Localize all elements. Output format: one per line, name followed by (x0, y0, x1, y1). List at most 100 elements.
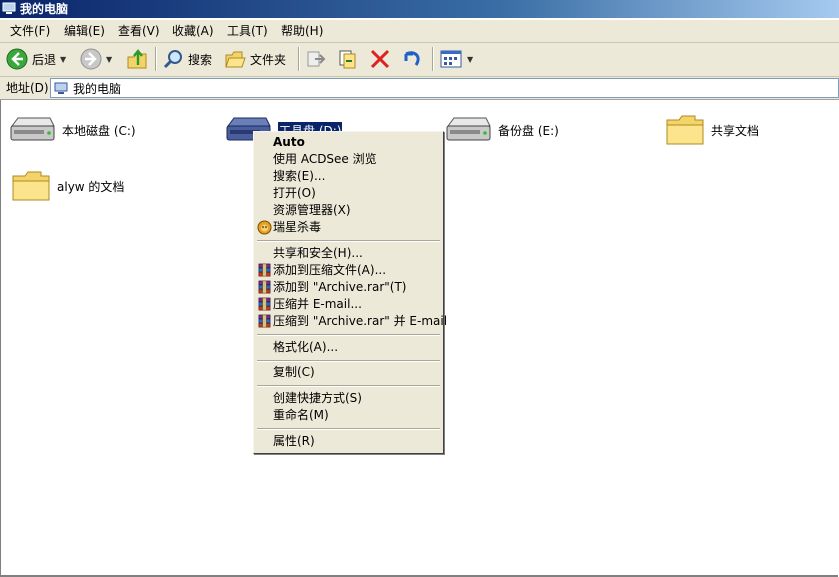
user-documents[interactable]: alyw 的文档 (11, 168, 124, 204)
search-label: 搜索 (188, 52, 213, 67)
menu-item-label: 共享和安全(H)... (273, 246, 363, 260)
undo-icon (404, 51, 420, 66)
forward-button[interactable]: ▼ (80, 47, 112, 71)
context-menu-item-antivirus[interactable]: 瑞星杀毒 (254, 219, 443, 236)
menu-item-label: 属性(R) (273, 434, 315, 448)
context-menu: Auto 使用 ACDSee 浏览 搜索(E)... 打开(O) 资源管理器(X… (253, 131, 447, 454)
menu-item-label: 重命名(M) (273, 408, 329, 422)
menu-edit[interactable]: 编辑(E) (62, 23, 107, 39)
menu-item-label: 格式化(A)... (273, 340, 339, 354)
copy-to-icon (339, 50, 356, 69)
folders-label: 文件夹 (250, 52, 287, 67)
undo-button[interactable] (400, 47, 424, 71)
menu-file[interactable]: 文件(F) (8, 23, 52, 39)
context-menu-item-rename[interactable]: 重命名(M) (254, 407, 443, 424)
views-button[interactable]: ▼ (439, 47, 473, 71)
menu-item-label: 压缩并 E-mail... (273, 297, 362, 311)
drive-c[interactable]: 本地磁盘 (C:) (8, 114, 136, 146)
menu-item-label: 打开(O) (273, 186, 316, 200)
context-menu-item-add-to-archive[interactable]: 添加到压缩文件(A)... (254, 262, 443, 279)
menu-item-label: 资源管理器(X) (273, 203, 351, 217)
forward-arrow-icon (80, 48, 102, 70)
menu-view[interactable]: 查看(V) (116, 23, 162, 39)
context-menu-item-copy[interactable]: 复制(C) (254, 364, 443, 381)
back-button[interactable]: 后退 ▼ (6, 47, 66, 71)
menu-help[interactable]: 帮助(H) (279, 23, 325, 39)
up-folder-icon (127, 49, 147, 69)
antivirus-lion-icon (257, 220, 272, 235)
title-bar[interactable]: 我的电脑 (0, 0, 839, 18)
toolbar-separator (298, 47, 300, 71)
menu-item-label: 创建快捷方式(S) (273, 391, 362, 405)
chevron-down-icon[interactable]: ▼ (467, 55, 473, 64)
window-title: 我的电脑 (20, 2, 69, 16)
shared-documents[interactable]: 共享文档 (665, 112, 759, 148)
winrar-icon (257, 280, 272, 295)
menu-bar: 文件(F) 编辑(E) 查看(V) 收藏(A) 工具(T) 帮助(H) (0, 20, 839, 43)
context-menu-item-add-to-archive-rar[interactable]: 添加到 "Archive.rar"(T) (254, 279, 443, 296)
toolbar-separator (155, 47, 157, 71)
up-folder-button[interactable] (126, 47, 148, 71)
search-button[interactable]: 搜索 (162, 47, 212, 71)
menu-item-label: 瑞星杀毒 (273, 220, 322, 234)
move-to-button[interactable] (305, 47, 327, 71)
toolbar-separator (432, 47, 434, 71)
back-label: 后退 (32, 52, 57, 67)
hard-drive-icon (8, 114, 56, 146)
context-menu-item-search[interactable]: 搜索(E)... (254, 168, 443, 185)
menu-item-label: 搜索(E)... (273, 169, 326, 183)
menu-item-label: Auto (273, 135, 305, 149)
folders-icon (225, 51, 246, 68)
address-label: 地址(D) (6, 81, 49, 95)
menu-item-label: 复制(C) (273, 365, 315, 379)
drive-label: 本地磁盘 (C:) (62, 123, 136, 138)
winrar-icon (257, 297, 272, 312)
folder-label: 共享文档 (711, 123, 760, 138)
context-menu-item-acdsee[interactable]: 使用 ACDSee 浏览 (254, 151, 443, 168)
move-to-icon (307, 51, 326, 67)
views-icon (440, 50, 462, 68)
folder-label: alyw 的文档 (57, 179, 125, 194)
context-menu-item-explore[interactable]: 资源管理器(X) (254, 202, 443, 219)
drive-label: 备份盘 (E:) (498, 123, 559, 138)
menu-tools[interactable]: 工具(T) (225, 23, 270, 39)
hard-drive-icon (444, 114, 492, 146)
menu-separator (257, 360, 440, 362)
back-arrow-icon (6, 48, 28, 70)
menu-separator (257, 240, 440, 242)
context-menu-item-compress-rar-email[interactable]: 压缩到 "Archive.rar" 并 E-mail (254, 313, 447, 330)
folder-icon (11, 168, 51, 204)
search-icon (163, 50, 182, 69)
address-input[interactable]: 我的电脑 (50, 78, 839, 98)
menu-item-label: 添加到 "Archive.rar"(T) (273, 280, 407, 294)
address-bar: 地址(D) 我的电脑 (0, 77, 839, 100)
context-menu-item-format[interactable]: 格式化(A)... (254, 339, 443, 356)
chevron-down-icon[interactable]: ▼ (106, 55, 112, 64)
winrar-icon (257, 314, 272, 329)
toolbar: 后退 ▼ ▼ 搜索 文件夹 ▼ (0, 43, 839, 77)
context-menu-item-properties[interactable]: 属性(R) (254, 433, 443, 450)
delete-button[interactable] (369, 47, 391, 71)
menu-item-label: 使用 ACDSee 浏览 (273, 152, 377, 166)
menu-separator (257, 385, 440, 387)
folders-button[interactable]: 文件夹 (224, 47, 286, 71)
context-menu-item-create-shortcut[interactable]: 创建快捷方式(S) (254, 390, 443, 407)
menu-item-label: 添加到压缩文件(A)... (273, 263, 387, 277)
menu-separator (257, 334, 440, 336)
winrar-icon (257, 263, 272, 278)
folder-icon (665, 112, 705, 148)
menu-favorites[interactable]: 收藏(A) (170, 23, 216, 39)
my-computer-icon (2, 2, 16, 14)
my-computer-icon (54, 82, 68, 94)
menu-separator (257, 428, 440, 430)
delete-icon (370, 49, 390, 69)
chevron-down-icon[interactable]: ▼ (60, 55, 66, 64)
copy-to-button[interactable] (337, 47, 359, 71)
context-menu-item-compress-email[interactable]: 压缩并 E-mail... (254, 296, 443, 313)
drive-e[interactable]: 备份盘 (E:) (444, 114, 559, 146)
context-menu-item-open[interactable]: 打开(O) (254, 185, 443, 202)
context-menu-item-sharing[interactable]: 共享和安全(H)... (254, 245, 443, 262)
address-value: 我的电脑 (73, 81, 122, 96)
context-menu-item-auto[interactable]: Auto (254, 134, 443, 151)
menu-item-label: 压缩到 "Archive.rar" 并 E-mail (273, 314, 448, 328)
